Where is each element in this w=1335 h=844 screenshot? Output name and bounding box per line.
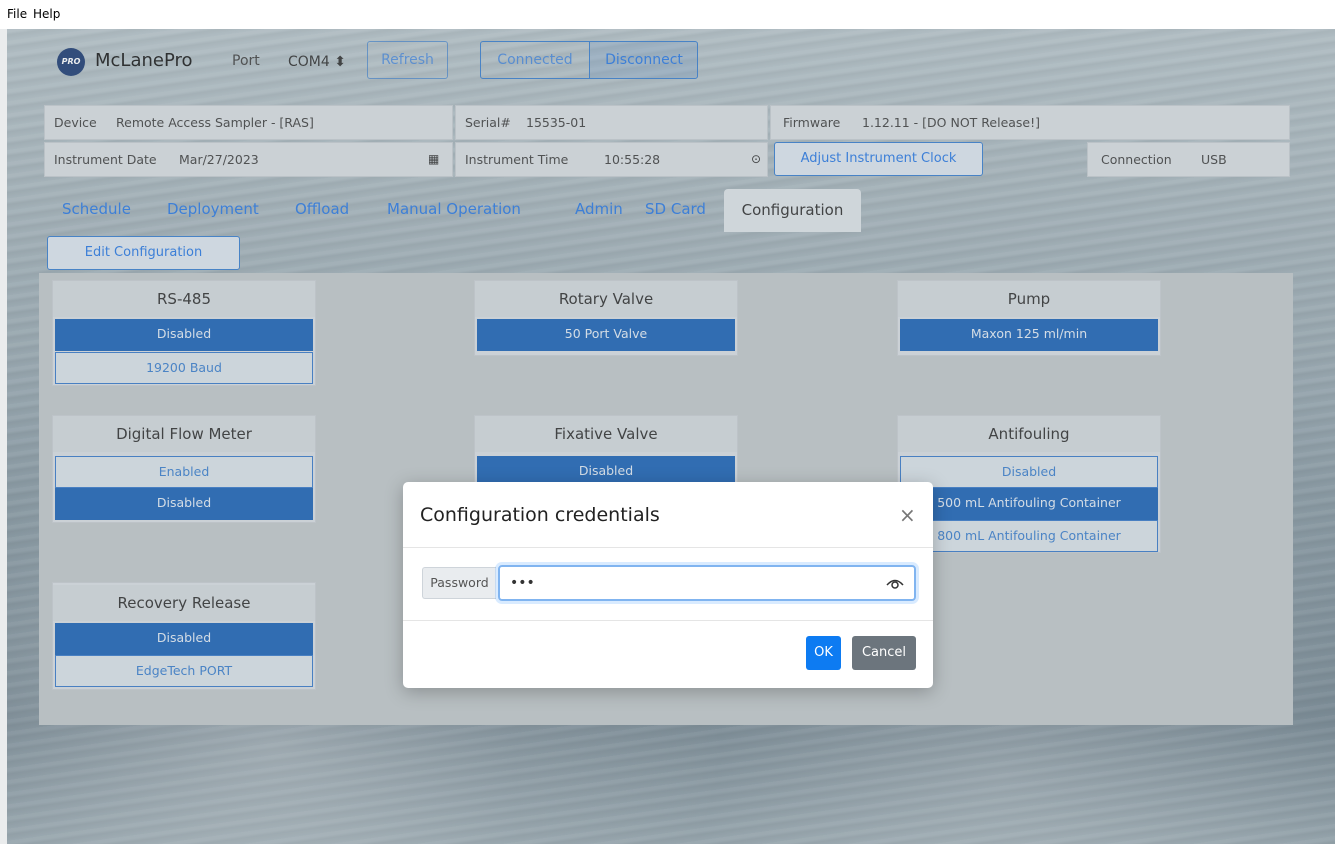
- menu-file[interactable]: File: [7, 7, 27, 21]
- dialog-title: Configuration credentials: [420, 504, 660, 526]
- modal-backdrop[interactable]: [0, 29, 1335, 844]
- dialog-footer-divider: [403, 620, 933, 621]
- password-input[interactable]: •••: [498, 565, 916, 601]
- show-password-eye-icon[interactable]: [886, 567, 904, 599]
- cancel-button[interactable]: Cancel: [852, 636, 916, 670]
- ok-button[interactable]: OK: [806, 636, 841, 670]
- dialog-header-divider: [403, 547, 933, 548]
- close-icon[interactable]: ×: [899, 503, 916, 527]
- menu-bar: File Help: [0, 0, 1335, 29]
- password-value: •••: [510, 575, 535, 591]
- configuration-credentials-dialog: Configuration credentials × Password •••…: [403, 482, 933, 688]
- password-label: Password: [422, 567, 496, 599]
- menu-help[interactable]: Help: [33, 7, 60, 21]
